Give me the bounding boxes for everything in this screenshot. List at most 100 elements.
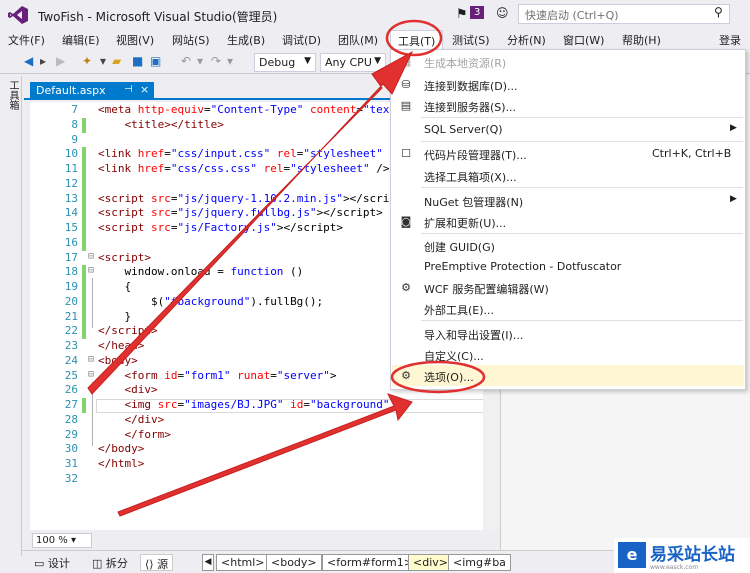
- breadcrumb-body[interactable]: <body>: [266, 554, 322, 571]
- menu-test[interactable]: 测试(S): [452, 32, 490, 48]
- feedback-icon[interactable]: ☺: [496, 6, 509, 20]
- fold-collapse-icon[interactable]: ⊟: [88, 265, 94, 276]
- menu-item-connect-database[interactable]: ⛁ 连接到数据库(D)...: [392, 74, 744, 95]
- new-project-icon[interactable]: ✦: [82, 54, 92, 68]
- line-number: 19: [64, 280, 78, 293]
- line-number: 31: [64, 457, 78, 470]
- code-line: </div>: [124, 413, 165, 426]
- menu-item-snippets-manager[interactable]: ☐ 代码片段管理器(T)... Ctrl+K, Ctrl+B: [392, 143, 744, 164]
- gear-icon: ⚙: [401, 369, 411, 382]
- source-view-button[interactable]: ⟨⟩ 源: [140, 554, 174, 571]
- line-number: 26: [64, 383, 78, 396]
- menu-item-options[interactable]: ⚙ 选项(O)...: [392, 365, 744, 386]
- login-link[interactable]: 登录: [719, 32, 741, 48]
- line-number: 29: [64, 428, 78, 441]
- menu-item-sql-server[interactable]: SQL Server(Q) ▶: [392, 119, 744, 140]
- breadcrumb-img[interactable]: <img#ba: [448, 554, 511, 571]
- save-all-icon[interactable]: ▣: [150, 54, 161, 68]
- toolbox-strip: 工具箱: [0, 76, 22, 556]
- visual-studio-logo-icon: [8, 6, 28, 24]
- menu-item-create-guid[interactable]: 创建 GUID(G): [392, 235, 744, 256]
- code-line: <body>: [98, 354, 138, 367]
- menu-analyze[interactable]: 分析(N): [507, 32, 546, 48]
- extensions-icon: ◙: [400, 215, 412, 228]
- line-number: 12: [64, 177, 78, 190]
- watermark-sub: www.easck.com: [650, 564, 699, 571]
- menu-file[interactable]: 文件(F): [8, 32, 45, 48]
- dropdown-icon[interactable]: ▾: [100, 54, 106, 68]
- line-number: 15: [64, 221, 78, 234]
- tab-default-aspx[interactable]: Default.aspx ⊣ ×: [30, 82, 154, 100]
- breadcrumb-div[interactable]: <div>: [408, 554, 453, 571]
- breadcrumb-prev-icon[interactable]: ◀: [202, 554, 214, 571]
- notification-badge[interactable]: 3: [470, 6, 485, 19]
- menu-website[interactable]: 网站(S): [172, 32, 210, 48]
- code-line: <img src="images/BJ.JPG" id="background"…: [124, 398, 410, 411]
- close-icon[interactable]: ×: [140, 83, 149, 96]
- save-icon[interactable]: ■: [132, 54, 143, 68]
- fold-collapse-icon[interactable]: ⊟: [88, 369, 94, 380]
- quick-launch-input[interactable]: 快速启动 (Ctrl+Q): [518, 4, 730, 24]
- line-number: 22: [64, 324, 78, 337]
- split-view-button[interactable]: ◫ 拆分: [88, 554, 132, 571]
- undo-icon[interactable]: ↶: [181, 54, 191, 68]
- menu-item-extensions-updates[interactable]: ◙ 扩展和更新(U)...: [392, 211, 744, 232]
- line-number: 11: [64, 162, 78, 175]
- menu-window[interactable]: 窗口(W): [563, 32, 604, 48]
- checkbox-icon: ☐: [401, 147, 411, 160]
- forward-icon[interactable]: ▸: [40, 54, 46, 68]
- menu-team[interactable]: 团队(M): [338, 32, 378, 48]
- menu-tools[interactable]: 工具(T): [390, 30, 444, 49]
- solution-platform-select[interactable]: Any CPU ▼: [320, 53, 386, 72]
- fold-collapse-icon[interactable]: ⊟: [88, 354, 94, 365]
- code-line: }: [98, 310, 132, 323]
- back-icon[interactable]: ◀: [24, 54, 33, 68]
- forward-disabled-icon[interactable]: ▶: [56, 54, 65, 68]
- menu-item-choose-toolbox-items[interactable]: 选择工具箱项(X)...: [392, 165, 744, 186]
- menu-item-nuget[interactable]: NuGet 包管理器(N) ▶: [392, 190, 744, 211]
- pin-icon[interactable]: ⊣: [124, 84, 133, 95]
- fold-collapse-icon[interactable]: ⊟: [88, 251, 94, 262]
- zoom-bar: 100 % ▾: [30, 532, 498, 549]
- menu-help[interactable]: 帮助(H): [622, 32, 661, 48]
- menu-item-wcf-config-editor[interactable]: ⚙ WCF 服务配置编辑器(W): [392, 277, 744, 298]
- solution-config-select[interactable]: Debug ▼: [254, 53, 316, 72]
- line-number: 14: [64, 206, 78, 219]
- menu-bar: 文件(F) 编辑(E) 视图(V) 网站(S) 生成(B) 调试(D) 团队(M…: [0, 30, 750, 49]
- undo-dropdown-icon[interactable]: ▾: [197, 54, 203, 68]
- menu-item-external-tools[interactable]: 外部工具(E)...: [392, 298, 744, 319]
- menu-build[interactable]: 生成(B): [227, 32, 265, 48]
- design-view-button[interactable]: ▭ 设计: [30, 554, 74, 571]
- line-number: 21: [64, 310, 78, 323]
- line-number: 27: [64, 398, 78, 411]
- fold-guide: [92, 382, 93, 446]
- toolbox-tab[interactable]: 工具箱: [5, 80, 20, 110]
- menu-view[interactable]: 视图(V): [116, 32, 154, 48]
- line-number: 20: [64, 295, 78, 308]
- chevron-down-icon: ▼: [374, 56, 381, 66]
- open-folder-icon[interactable]: ▰: [112, 54, 121, 68]
- menu-item-connect-server[interactable]: ▤ 连接到服务器(S)...: [392, 95, 744, 116]
- menu-item-dotfuscator[interactable]: PreEmptive Protection - Dotfuscator: [392, 256, 744, 277]
- search-icon[interactable]: ⚲: [714, 5, 723, 19]
- code-line: <div>: [124, 383, 158, 396]
- line-number: 8: [71, 118, 78, 131]
- watermark-text: 易采站长站: [650, 545, 735, 565]
- menu-item-import-export-settings[interactable]: 导入和导出设置(I)...: [392, 323, 744, 344]
- breadcrumb-form[interactable]: <form#form1>: [322, 554, 418, 571]
- line-number: 32: [64, 472, 78, 485]
- tab-title: Default.aspx: [36, 84, 106, 97]
- menu-debug[interactable]: 调试(D): [282, 32, 321, 48]
- redo-icon[interactable]: ↷: [211, 54, 221, 68]
- menu-edit[interactable]: 编辑(E): [62, 32, 100, 48]
- line-number: 18: [64, 265, 78, 278]
- breadcrumb-html[interactable]: <html>: [216, 554, 270, 571]
- menu-item-customize[interactable]: 自定义(C)...: [392, 344, 744, 365]
- chevron-down-icon: ▼: [304, 56, 311, 66]
- menu-item-generate-local-resources[interactable]: ▦ 生成本地资源(R): [392, 51, 744, 72]
- redo-dropdown-icon[interactable]: ▾: [227, 54, 233, 68]
- line-number: 24: [64, 354, 78, 367]
- zoom-select[interactable]: 100 % ▾: [32, 533, 92, 548]
- code-line: <link href="css/input.css" rel="styleshe…: [98, 147, 396, 160]
- notification-flag-icon[interactable]: ⚑: [456, 7, 468, 22]
